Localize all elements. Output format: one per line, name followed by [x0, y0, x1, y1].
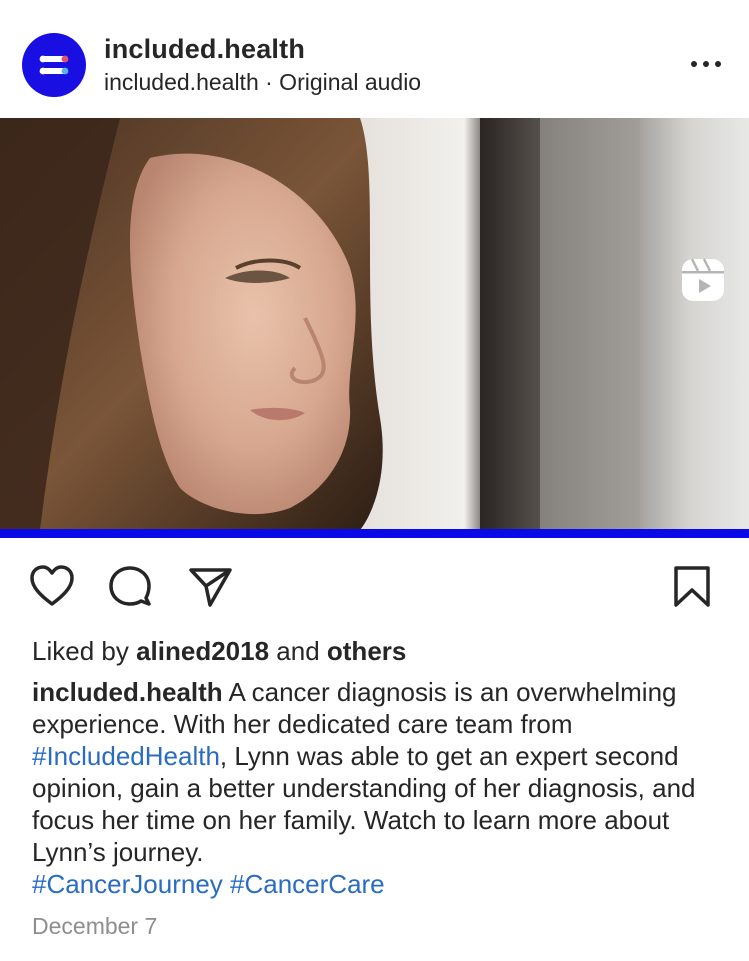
comment-button[interactable]	[106, 560, 154, 612]
comment-icon	[109, 566, 151, 606]
post-header: included.health included.health · Origin…	[0, 0, 749, 118]
share-button[interactable]	[186, 560, 234, 612]
paper-plane-icon	[189, 568, 232, 607]
hashtag-link[interactable]: #CancerCare	[230, 869, 385, 899]
hashtag-link[interactable]: #CancerJourney	[32, 869, 223, 899]
brand-logo-icon	[39, 55, 69, 75]
post-caption: included.health A cancer diagnosis is an…	[32, 676, 722, 900]
save-button[interactable]	[668, 560, 716, 612]
more-options-icon	[691, 61, 721, 67]
bookmark-icon	[674, 566, 710, 607]
likes-summary: Liked by alined2018 and others	[32, 636, 406, 667]
more-options-button[interactable]	[686, 52, 726, 76]
video-progress-fill	[0, 529, 749, 538]
likes-prefix: Liked by	[32, 636, 137, 666]
hashtag-link[interactable]: #IncludedHealth	[32, 741, 220, 771]
reel-video[interactable]	[0, 118, 749, 530]
like-button[interactable]	[28, 560, 76, 612]
action-bar	[0, 560, 749, 616]
liker-username[interactable]: alined2018	[136, 636, 269, 666]
likes-others-link[interactable]: others	[327, 636, 406, 666]
video-progress-bar[interactable]	[0, 529, 749, 538]
likes-middle: and	[269, 636, 327, 666]
caption-username[interactable]: included.health	[32, 677, 223, 707]
audio-subline[interactable]: included.health · Original audio	[104, 69, 421, 96]
post-date: December 7	[32, 913, 158, 939]
heart-icon	[30, 565, 74, 606]
video-frame-image	[0, 118, 640, 530]
reels-icon	[682, 258, 724, 301]
account-username[interactable]: included.health	[104, 34, 305, 65]
account-avatar[interactable]	[22, 33, 86, 97]
